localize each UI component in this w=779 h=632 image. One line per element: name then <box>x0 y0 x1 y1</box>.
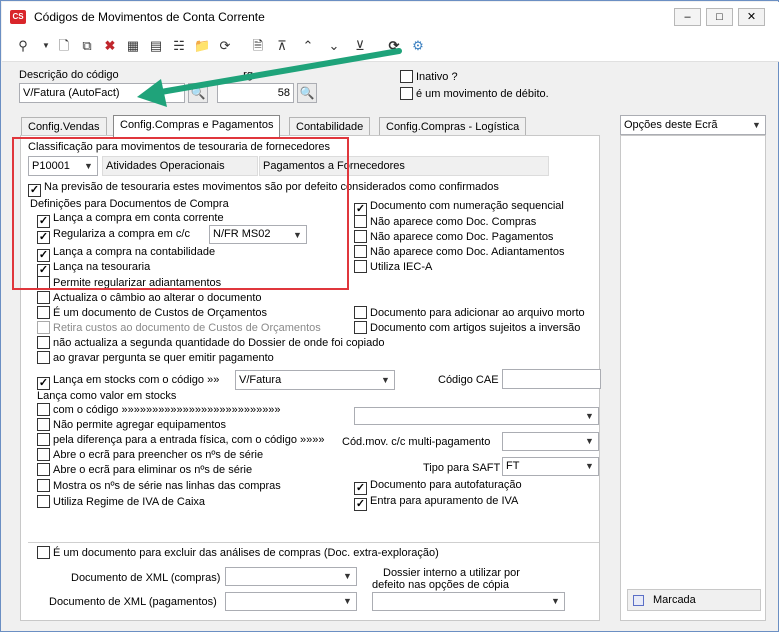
main-window: CS Códigos de Movimentos de Conta Corren… <box>0 0 779 632</box>
eliminar-series-checkbox[interactable]: Abre o ecrã para eliminar os nºs de séri… <box>37 463 252 477</box>
search-icon[interactable]: ⚲ <box>15 38 31 54</box>
chevron-down-icon: ▼ <box>585 436 594 446</box>
divider <box>28 542 599 543</box>
saft-select[interactable]: FT ▼ <box>502 457 599 476</box>
title-bar: CS Códigos de Movimentos de Conta Corren… <box>2 2 779 32</box>
numeracao-sequencial-checkbox[interactable]: ✓ Documento com numeração sequencial <box>354 200 564 216</box>
chevron-down-icon: ▼ <box>343 571 352 581</box>
tab-contabilidade[interactable]: Contabilidade <box>289 117 371 136</box>
inversao-checkbox[interactable]: Documento com artigos sujeitos a inversã… <box>354 321 580 335</box>
autofaturacao-checkbox[interactable]: ✓ Documento para autofaturação <box>354 479 522 495</box>
iec-a-checkbox[interactable]: Utiliza IEC-A <box>354 260 432 274</box>
chevron-down-icon: ▼ <box>585 411 594 421</box>
custos-orcamentos-checkbox[interactable]: É um documento de Custos de Orçamentos <box>37 306 267 320</box>
cae-label: Código CAE <box>438 374 499 386</box>
xml-compras-select[interactable]: ▼ <box>225 567 357 586</box>
chevron-down-icon: ▼ <box>343 596 352 606</box>
marcada-legend: Marcada <box>627 589 761 611</box>
dossier-label-2: defeito nas opções de cópia <box>372 579 509 591</box>
dossier-label-1: Dossier interno a utilizar por <box>383 567 520 579</box>
app-logo-icon: CS <box>10 10 26 24</box>
arquivo-morto-checkbox[interactable]: Documento para adicionar ao arquivo mort… <box>354 306 585 320</box>
emitir-pagamento-checkbox[interactable]: ao gravar pergunta se quer emitir pagame… <box>37 351 274 365</box>
lanca-stocks-select[interactable]: V/Fatura ▼ <box>235 370 395 390</box>
com-codigo-checkbox[interactable]: com o código »»»»»»»»»»»»»»»»»»»»»»»»»» <box>37 403 281 417</box>
iva-caixa-checkbox[interactable]: Utiliza Regime de IVA de Caixa <box>37 495 205 509</box>
descricao-label: Descrição do código <box>19 69 119 81</box>
nao-doc-pagamentos-checkbox[interactable]: Não aparece como Doc. Pagamentos <box>354 230 553 244</box>
excluir-analises-checkbox[interactable]: É um documento para excluir das análises… <box>37 546 439 560</box>
tab-config-compras[interactable]: Config.Compras e Pagamentos <box>113 115 281 137</box>
classificacao-select[interactable]: P10001 ▼ <box>28 156 98 176</box>
saft-label: Tipo para SAFT <box>423 462 501 474</box>
classificacao-desc: Pagamentos a Fornecedores <box>259 156 549 176</box>
dossier-select[interactable]: ▼ <box>372 592 565 611</box>
nao-doc-compras-checkbox[interactable]: Não aparece como Doc. Compras <box>354 215 536 229</box>
definicoes-label: Definições para Documentos de Compra <box>30 198 229 210</box>
chevron-down-icon[interactable]: ▼ <box>38 38 54 54</box>
xml-pagamentos-select[interactable]: ▼ <box>225 592 357 611</box>
multi-pagamento-label: Cód.mov. c/c multi-pagamento <box>342 436 491 448</box>
chevron-down-icon: ▼ <box>752 120 761 130</box>
nao-doc-adiantamentos-checkbox[interactable]: Não aparece como Doc. Adiantamentos <box>354 245 564 259</box>
new-document-icon[interactable]: 🗋 <box>56 38 72 54</box>
chevron-down-icon: ▼ <box>84 161 93 171</box>
mostra-series-checkbox[interactable]: Mostra os nºs de série nas linhas das co… <box>37 479 281 493</box>
window-title: Códigos de Movimentos de Conta Corrente <box>34 10 265 24</box>
minimize-button[interactable]: – <box>674 8 701 26</box>
adiantamentos-checkbox[interactable]: Permite regularizar adiantamentos <box>37 276 221 290</box>
nao-agregar-checkbox[interactable]: Não permite agregar equipamentos <box>37 418 226 432</box>
multi-pagamento-select[interactable]: ▼ <box>502 432 599 451</box>
tab-compras-logistica[interactable]: Config.Compras - Logística <box>379 117 527 136</box>
annotation-arrow-icon <box>137 48 402 107</box>
debito-checkbox[interactable]: é um movimento de débito. <box>400 87 549 101</box>
cambio-checkbox[interactable]: Actualiza o câmbio ao alterar o document… <box>37 291 262 305</box>
lanca-stocks-checkbox[interactable]: ✓ Lança em stocks com o código »» <box>37 374 219 390</box>
close-button[interactable]: ✕ <box>738 8 765 26</box>
lanca-tesouraria-checkbox[interactable]: ✓ Lança na tesouraria <box>37 261 150 277</box>
lanca-cc-checkbox[interactable]: ✓ Lança a compra em conta corrente <box>37 212 224 228</box>
marcada-label: Marcada <box>653 594 696 606</box>
valor-stocks-label: Lança como valor em stocks <box>37 390 177 402</box>
segunda-quantidade-checkbox[interactable]: não actualiza a segunda quantidade do Do… <box>37 336 384 350</box>
tab-config-vendas[interactable]: Config.Vendas <box>21 117 107 136</box>
com-codigo-select[interactable]: ▼ <box>354 407 599 425</box>
marcada-swatch <box>633 595 644 606</box>
cae-input[interactable] <box>502 369 601 389</box>
diferenca-checkbox[interactable]: pela diferença para a entrada física, co… <box>37 433 325 447</box>
xml-pagamentos-label: Documento de XML (pagamentos) <box>49 596 217 608</box>
previsao-checkbox[interactable]: ✓ Na previsão de tesouraria estes movimen… <box>28 181 499 197</box>
classificacao-label: Classificação para movimentos de tesoura… <box>28 141 331 153</box>
regulariza-checkbox[interactable]: ✓ Regulariza a compra em c/c <box>37 228 190 244</box>
apuramento-iva-checkbox[interactable]: ✓ Entra para apuramento de IVA <box>354 495 518 511</box>
settings-icon[interactable]: ⚙ <box>410 38 426 54</box>
classificacao-group: Atividades Operacionais <box>102 156 258 176</box>
chevron-down-icon: ▼ <box>585 461 594 471</box>
chevron-down-icon: ▼ <box>381 375 390 385</box>
options-panel <box>620 135 766 621</box>
copy-icon[interactable]: ⧉ <box>79 38 95 54</box>
regulariza-select[interactable]: N/FR MS02 ▼ <box>209 225 307 244</box>
delete-icon[interactable]: ✖ <box>102 38 118 54</box>
lanca-contabilidade-checkbox[interactable]: ✓ Lança a compra na contabilidade <box>37 246 215 262</box>
chevron-down-icon: ▼ <box>551 596 560 606</box>
preencher-series-checkbox[interactable]: Abre o ecrã para preencher os nºs de sér… <box>37 448 263 462</box>
retira-custos-checkbox: Retira custos ao documento de Custos de … <box>37 321 321 335</box>
maximize-button[interactable]: □ <box>706 8 733 26</box>
opcoes-ecra-select[interactable]: Opções deste Ecrã ▼ <box>620 115 766 135</box>
xml-compras-label: Documento de XML (compras) <box>71 572 221 584</box>
chevron-down-icon: ▼ <box>293 230 302 240</box>
